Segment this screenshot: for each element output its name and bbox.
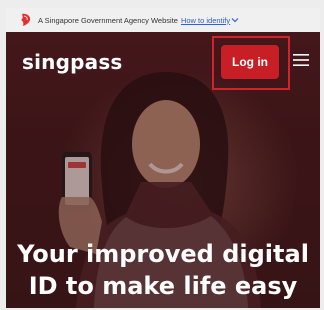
singpass-page: A Singapore Government Agency Website Ho… [6, 8, 320, 308]
headline-line-1: Your improved digital [17, 240, 309, 268]
hamburger-menu-icon[interactable] [293, 53, 309, 67]
lion-head-icon [21, 13, 31, 26]
how-to-identify-label: How to identify [180, 15, 231, 25]
government-masthead: A Singapore Government Agency Website Ho… [6, 8, 320, 32]
masthead-text: A Singapore Government Agency Website [38, 15, 178, 25]
hero-headline: Your improved digital ID to make life ea… [6, 238, 320, 302]
how-to-identify-link[interactable]: How to identify [181, 16, 230, 25]
browser-frame: A Singapore Government Agency Website Ho… [0, 0, 324, 310]
singpass-logo[interactable]: singpass [22, 50, 123, 74]
login-button[interactable]: Log in [221, 45, 279, 79]
chevron-down-icon[interactable] [231, 17, 239, 23]
headline-line-2: ID to make life easy [28, 272, 298, 300]
